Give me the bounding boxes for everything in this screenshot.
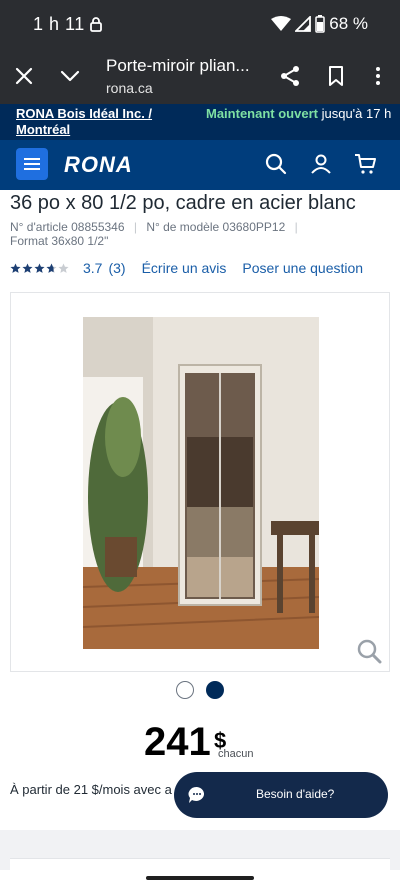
rating-row: 3.7 (3) Écrire un avis Poser une questio… — [10, 260, 369, 276]
article-label: N° d'article — [10, 220, 68, 234]
ask-question-link[interactable]: Poser une question — [242, 260, 363, 276]
model-label: N° de modèle — [146, 220, 220, 234]
bookmark-icon[interactable] — [324, 64, 348, 88]
battery-icon — [315, 15, 325, 33]
financing-text: À partir de 21 $/mois avec a — [10, 782, 172, 797]
star-icon — [46, 262, 57, 273]
signal-icon — [295, 16, 312, 32]
wifi-icon — [271, 16, 292, 32]
store-hours: Maintenant ouvert jusqu'à 17 h — [206, 106, 392, 122]
store-closing-time: jusqu'à 17 h — [321, 106, 392, 121]
product-photo[interactable] — [83, 317, 319, 649]
close-icon[interactable] — [12, 64, 36, 88]
status-indicators: 68 % — [271, 14, 368, 34]
menu-icon-line — [24, 163, 40, 165]
page-title: Porte-miroir plian... — [106, 56, 250, 75]
store-open-status: Maintenant ouvert — [206, 106, 318, 121]
store-name-link[interactable]: RONA Bois Idéal Inc. / Montréal — [16, 106, 186, 138]
help-chat-button[interactable]: Besoin d'aide? — [174, 772, 388, 818]
divider: | — [133, 220, 137, 234]
cart-icon[interactable] — [354, 152, 378, 176]
menu-icon-line — [24, 158, 40, 160]
price-amount: 241 — [144, 720, 211, 764]
star-icon — [10, 262, 21, 273]
site-header: RONA — [0, 140, 400, 190]
home-gesture-handle[interactable] — [146, 876, 254, 880]
star-icon — [34, 262, 45, 273]
format-value: 36x80 1/2" — [51, 234, 109, 248]
rating-value[interactable]: 3.7 — [83, 260, 102, 276]
account-icon[interactable] — [309, 152, 333, 176]
status-time: 1 h 11 — [33, 14, 85, 34]
menu-button[interactable] — [16, 148, 48, 180]
product-format: Format 36x80 1/2" — [10, 234, 108, 248]
product-title: 36 po x 80 1/2 po, cadre en acier blanc — [10, 192, 356, 214]
page-url: rona.ca — [106, 80, 153, 96]
article-number: 08855346 — [71, 220, 125, 234]
search-icon[interactable] — [264, 152, 288, 176]
share-icon[interactable] — [278, 64, 302, 88]
carousel-dot-1[interactable] — [176, 681, 194, 699]
star-icon — [22, 262, 33, 273]
rating-stars[interactable] — [10, 262, 69, 274]
product-image-card — [10, 292, 390, 672]
price-unit: chacun — [218, 748, 254, 760]
model-number: 03680PP12 — [222, 220, 286, 234]
star-icon — [58, 262, 69, 273]
zoom-icon[interactable] — [355, 637, 383, 665]
browser-toolbar: Porte-miroir plian... rona.ca — [0, 48, 400, 104]
battery-percent: 68 % — [329, 14, 368, 33]
help-chat-label: Besoin d'aide? — [256, 787, 335, 801]
carousel-dot-2[interactable] — [206, 681, 224, 699]
lock-icon — [89, 16, 103, 37]
write-review-link[interactable]: Écrire un avis — [142, 260, 227, 276]
menu-icon-line — [24, 168, 40, 170]
rona-logo[interactable]: RONA — [64, 152, 133, 178]
product-identifiers: N° d'article 08855346 | N° de modèle 036… — [10, 220, 304, 234]
page-next-section — [10, 858, 390, 870]
more-options-icon[interactable] — [366, 64, 390, 88]
status-bar: 1 h 11 68 % — [0, 0, 400, 48]
divider: | — [294, 220, 298, 234]
store-bar: RONA Bois Idéal Inc. / Montréal Maintena… — [0, 104, 400, 140]
chevron-down-icon[interactable] — [58, 64, 82, 88]
rating-count[interactable]: (3) — [108, 260, 125, 276]
chat-bubble-icon — [188, 786, 206, 804]
format-label: Format — [10, 234, 49, 248]
